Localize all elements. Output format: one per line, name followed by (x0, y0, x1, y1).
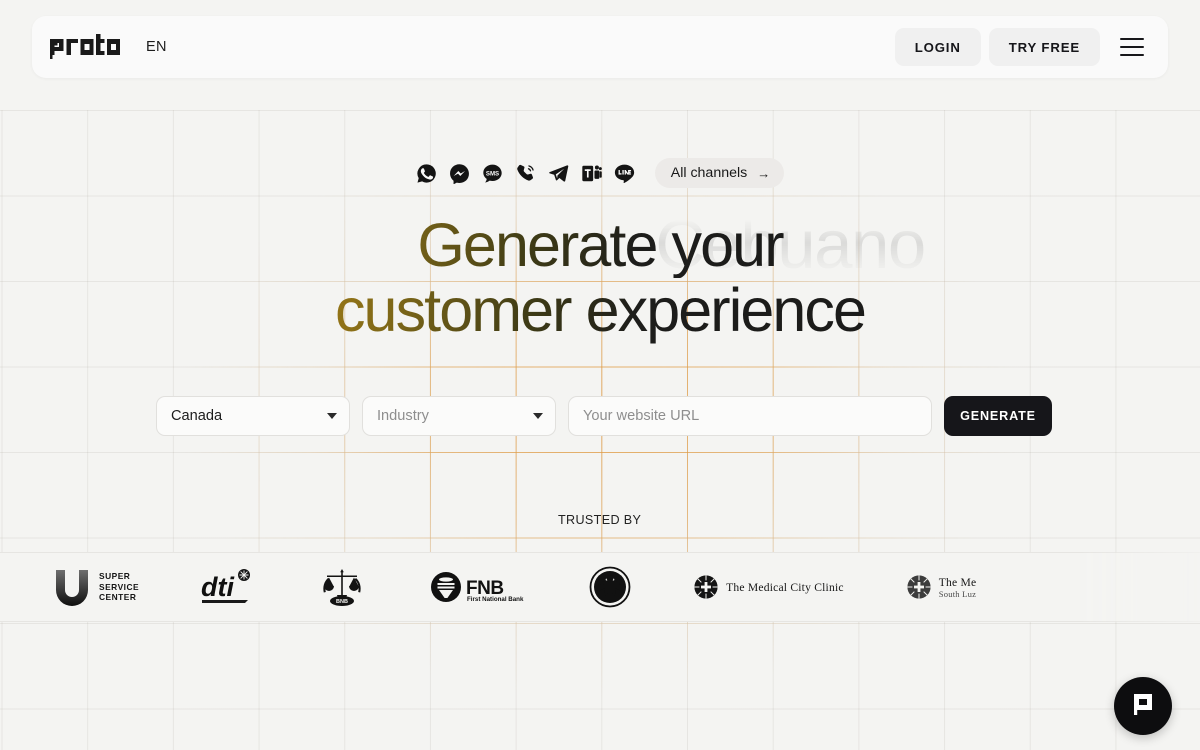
chat-launcher-button[interactable] (1114, 677, 1172, 735)
medical-city-clinic-text: The Medical City Clinic (726, 580, 844, 594)
msl-line-2: South Luz (938, 588, 977, 599)
hero-headline-line2: customer experience (0, 277, 1200, 343)
channel-icons-row: SMS All channels → (0, 157, 1200, 189)
login-button[interactable]: LOGIN (894, 28, 981, 66)
messenger-icon[interactable] (449, 163, 470, 184)
country-select-value: Canada (171, 408, 223, 424)
telegram-icon[interactable] (548, 163, 569, 184)
hamburger-menu-icon[interactable] (1110, 27, 1154, 67)
hero-headline-line1: Generate your (0, 212, 1200, 278)
burger-line (1120, 38, 1144, 40)
hero-ghost-language-text: Cebuano (655, 206, 926, 283)
burger-line (1120, 46, 1144, 48)
medical-city-south-luzon-logo: The Me South Luz (906, 565, 977, 609)
industry-select-value: Industry (377, 408, 429, 424)
medical-city-clinic-logo: The Medical City Clinic (693, 565, 844, 609)
bnb-scales-logo: BNB (315, 565, 369, 609)
generate-button[interactable]: GENERATE (944, 396, 1052, 436)
burger-line (1120, 54, 1144, 56)
teams-icon[interactable] (581, 163, 602, 184)
logo-line-2: SERVICE (99, 581, 140, 592)
line-icon[interactable] (614, 163, 635, 184)
sms-icon[interactable]: SMS (482, 163, 503, 184)
msl-line-1: The Me (938, 575, 977, 589)
super-service-center-text: SUPER SERVICE CENTER (99, 571, 139, 604)
trusted-by-logo-strip: SUPER SERVICE CENTER dti BNB FNB First N… (0, 552, 1200, 622)
logo-line-1: SUPER (99, 570, 131, 581)
industry-select[interactable]: Industry (362, 396, 556, 436)
all-channels-label: All channels (670, 165, 748, 181)
chevron-down-icon (327, 413, 337, 419)
super-service-center-logo: SUPER SERVICE CENTER (52, 565, 139, 609)
dti-logo: dti (201, 565, 253, 609)
medical-city-south-luzon-text: The Me South Luz (939, 576, 977, 599)
logo-track: SUPER SERVICE CENTER dti BNB FNB First N… (0, 565, 1200, 609)
header-bar: EN LOGIN TRY FREE (32, 16, 1168, 78)
hero-section: Cebuano Generate your customer experienc… (0, 206, 1200, 344)
arrow-right-icon: → (757, 165, 771, 181)
site-header: EN LOGIN TRY FREE (32, 16, 1168, 78)
fnb-logo: FNB First National Bank (431, 565, 527, 609)
svg-text:BNB: BNB (336, 599, 348, 605)
svg-text:SMS: SMS (486, 170, 499, 177)
trusted-by-label: TRUSTED BY (558, 513, 642, 527)
eagle-emblem-logo (589, 565, 631, 609)
logo-line-3: CENTER (99, 592, 137, 603)
all-channels-button[interactable]: All channels → (654, 158, 785, 188)
whatsapp-icon[interactable] (416, 163, 437, 184)
country-select[interactable]: Canada (156, 396, 350, 436)
grid-background (0, 0, 1200, 750)
page-root: EN LOGIN TRY FREE SMS All channels → Ceb… (0, 0, 1200, 750)
voice-icon[interactable] (515, 163, 536, 184)
language-selector[interactable]: EN (140, 34, 173, 60)
try-free-button[interactable]: TRY FREE (988, 28, 1100, 66)
svg-text:dti: dti (201, 572, 234, 602)
generator-form: Canada Industry GENERATE (156, 396, 1052, 436)
website-url-input[interactable] (568, 396, 932, 436)
chevron-down-icon (533, 413, 543, 419)
proto-logo-icon[interactable] (50, 34, 122, 60)
proto-chat-icon (1130, 692, 1156, 721)
svg-text:First National Bank: First National Bank (467, 596, 524, 603)
